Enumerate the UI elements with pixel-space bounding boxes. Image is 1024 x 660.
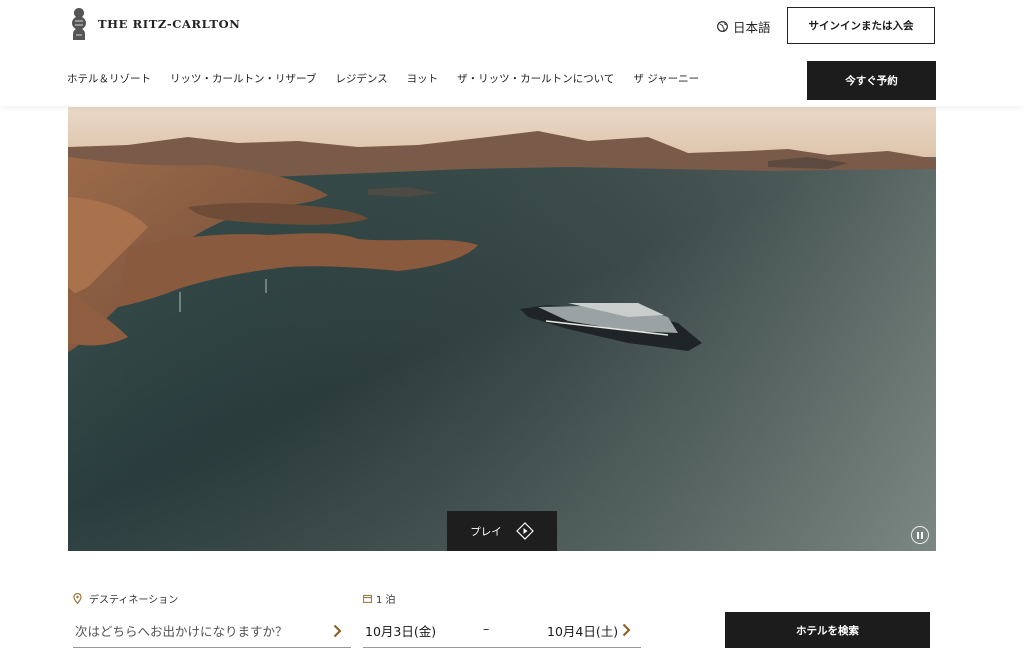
nav-item-journey[interactable]: ザ ジャーニー — [633, 71, 699, 86]
search-hotels-button[interactable]: ホテルを検索 — [725, 612, 930, 648]
nav-item-yachts[interactable]: ヨット — [407, 71, 439, 86]
language-selector[interactable]: 日本語 — [717, 17, 771, 36]
signin-button[interactable]: サインインまたは入会 — [787, 7, 935, 44]
chevron-right-icon — [333, 624, 342, 638]
pause-icon[interactable] — [911, 526, 929, 544]
calendar-icon — [363, 594, 372, 603]
location-pin-icon — [73, 593, 82, 604]
nights-label: 1 泊 — [376, 595, 396, 606]
main-nav: ホテル＆リゾート リッツ・カールトン・リザーブ レジデンス ヨット ザ・リッツ・… — [67, 71, 718, 86]
nav-item-hotels-resorts[interactable]: ホテル＆リゾート — [67, 71, 151, 86]
nav-item-reserve[interactable]: リッツ・カールトン・リザーブ — [170, 71, 316, 86]
checkout-date[interactable]: 10月4日(土) — [547, 621, 618, 640]
play-button[interactable]: プレイ — [447, 511, 557, 551]
play-label: プレイ — [470, 525, 502, 538]
globe-icon — [717, 21, 728, 32]
chevron-right-icon — [622, 623, 631, 637]
site-header: THE RITZ-CARLTON 日本語 サインインまたは入会 ホテル＆リゾート… — [0, 0, 1024, 106]
booking-bar: デスティネーション 次はどちらへお出かけになりますか？ 1 泊 10月3日(金)… — [0, 585, 1024, 660]
nights-label-row: 1 泊 — [363, 591, 396, 606]
checkin-date[interactable]: 10月3日(金) — [365, 621, 436, 640]
language-label: 日本語 — [733, 20, 771, 35]
destination-input[interactable]: 次はどちらへお出かけになりますか？ — [73, 613, 351, 648]
destination-placeholder: 次はどちらへお出かけになりますか？ — [75, 623, 288, 639]
brand-logo[interactable]: THE RITZ-CARLTON — [66, 6, 240, 42]
brand-name: THE RITZ-CARLTON — [98, 17, 241, 31]
hero-image — [68, 107, 936, 551]
date-separator: – — [483, 621, 490, 636]
hero-video[interactable]: プレイ — [68, 107, 936, 551]
book-now-button[interactable]: 今すぐ予約 — [807, 61, 936, 100]
lion-crest-icon — [72, 8, 86, 40]
destination-label-row: デスティネーション — [73, 591, 178, 606]
destination-label: デスティネーション — [89, 595, 179, 606]
play-diamond-icon — [515, 522, 534, 540]
date-range-picker[interactable]: 10月3日(金) – 10月4日(土) — [363, 613, 641, 648]
nav-item-about[interactable]: ザ・リッツ・カールトンについて — [457, 71, 614, 86]
nav-item-residences[interactable]: レジデンス — [335, 71, 387, 86]
